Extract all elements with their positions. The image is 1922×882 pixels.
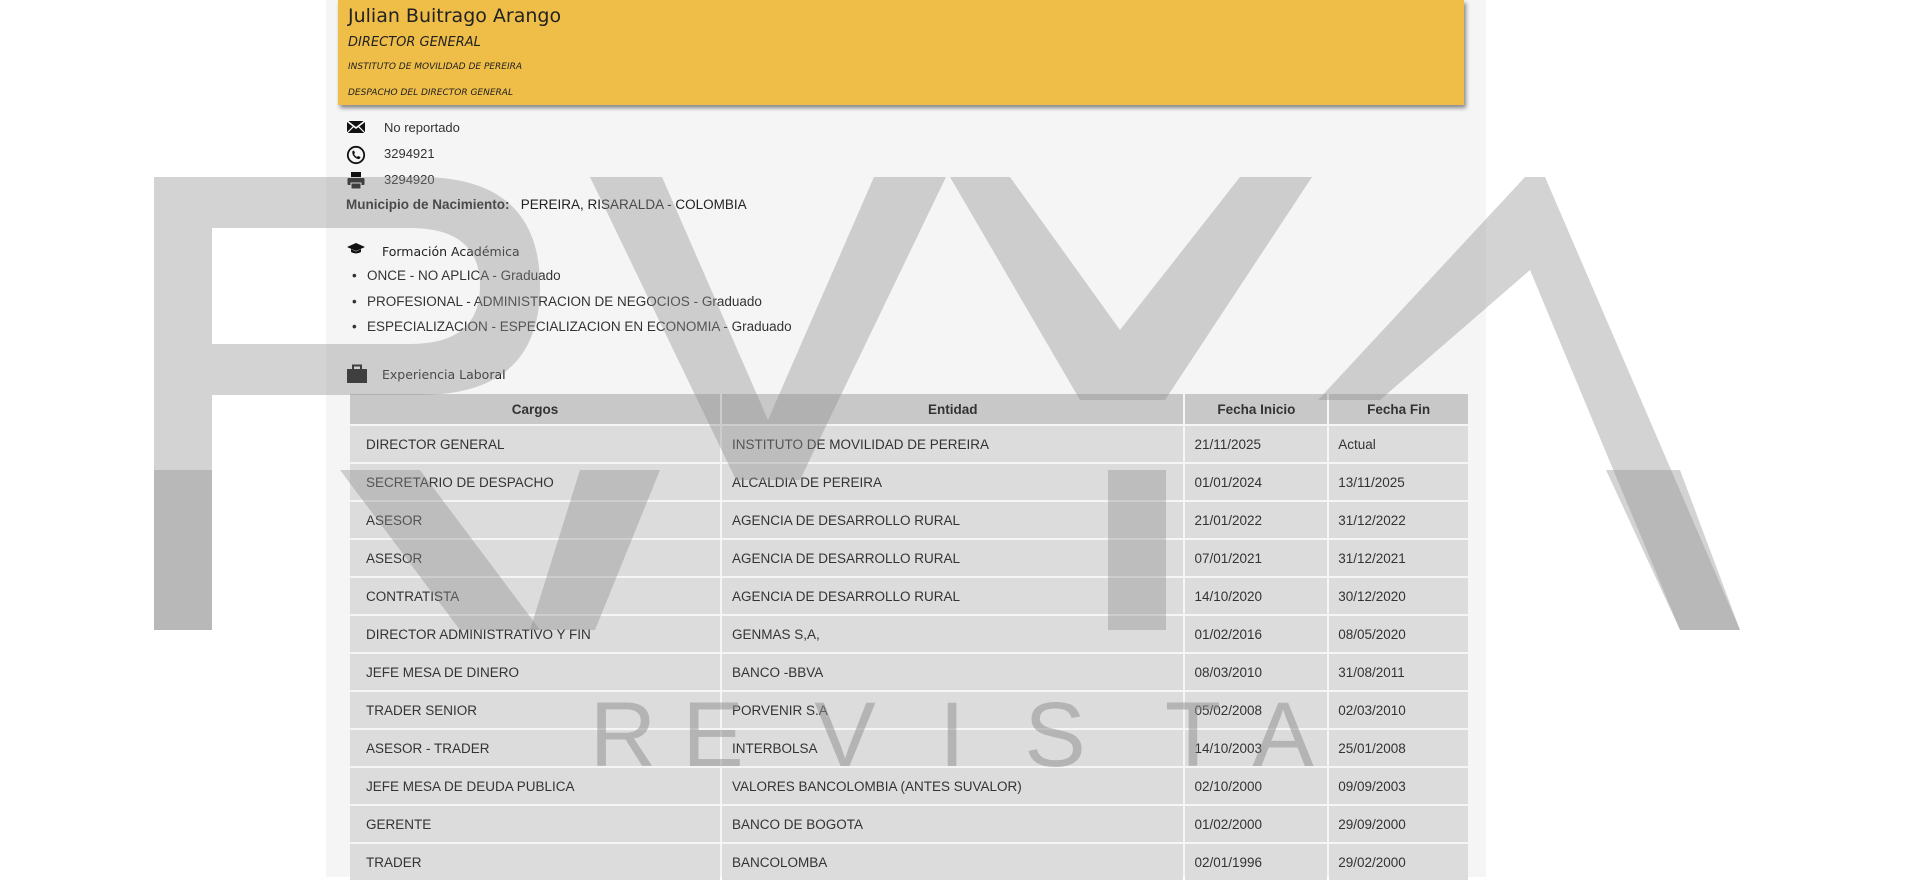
cell-cargo: TRADER SENIOR bbox=[350, 692, 720, 728]
education-item: PROFESIONAL - ADMINISTRACION DE NEGOCIOS… bbox=[352, 294, 792, 320]
table-row: TRADER BANCOLOMBA 02/01/1996 29/02/2000 bbox=[350, 844, 1468, 880]
cell-fecha-inicio: 02/01/1996 bbox=[1185, 844, 1328, 880]
cell-fecha-inicio: 05/02/2008 bbox=[1185, 692, 1328, 728]
cell-fecha-fin: 25/01/2008 bbox=[1329, 730, 1468, 766]
cell-fecha-inicio: 21/01/2022 bbox=[1185, 502, 1328, 538]
cell-fecha-fin: 09/09/2003 bbox=[1329, 768, 1468, 804]
cell-fecha-inicio: 08/03/2010 bbox=[1185, 654, 1328, 690]
cell-cargo: JEFE MESA DE DINERO bbox=[350, 654, 720, 690]
table-row: ASESOR AGENCIA DE DESARROLLO RURAL 07/01/2… bbox=[350, 540, 1468, 576]
cell-fecha-fin: 29/02/2000 bbox=[1329, 844, 1468, 880]
education-title: Formación Académica bbox=[382, 244, 520, 259]
birthplace-row: Municipio de Nacimiento: PEREIRA, RISARA… bbox=[346, 197, 747, 212]
cell-entidad: PORVENIR S.A bbox=[721, 692, 1184, 728]
cell-fecha-fin: 13/11/2025 bbox=[1329, 464, 1468, 500]
cell-fecha-inicio: 01/01/2024 bbox=[1185, 464, 1328, 500]
cell-cargo: JEFE MESA DE DEUDA PUBLICA bbox=[350, 768, 720, 804]
cell-fecha-inicio: 01/02/2016 bbox=[1185, 616, 1328, 652]
graduation-cap-icon bbox=[346, 241, 366, 260]
cell-entidad: GENMAS S,A, bbox=[721, 616, 1184, 652]
briefcase-icon bbox=[346, 364, 368, 387]
cell-entidad: BANCO DE BOGOTA bbox=[721, 806, 1184, 842]
cell-fecha-fin: 31/08/2011 bbox=[1329, 654, 1468, 690]
cell-cargo: GERENTE bbox=[350, 806, 720, 842]
cell-entidad: AGENCIA DE DESARROLLO RURAL bbox=[721, 540, 1184, 576]
education-item: ESPECIALIZACION - ESPECIALIZACION EN ECO… bbox=[352, 319, 792, 345]
contact-fax: 3294920 bbox=[384, 172, 435, 187]
cell-fecha-inicio: 21/11/2025 bbox=[1185, 426, 1328, 462]
contact-email: No reportado bbox=[384, 120, 460, 135]
cell-entidad: AGENCIA DE DESARROLLO RURAL bbox=[721, 502, 1184, 538]
profile-header: Julian Buitrago Arango DIRECTOR GENERAL … bbox=[338, 0, 1464, 105]
experience-title: Experiencia Laboral bbox=[382, 367, 506, 382]
education-list: ONCE - NO APLICA - Graduado PROFESIONAL … bbox=[352, 268, 792, 345]
cell-fecha-inicio: 01/02/2000 bbox=[1185, 806, 1328, 842]
experience-table: Cargos Entidad Fecha Inicio Fecha Fin DI… bbox=[348, 392, 1470, 882]
cell-cargo: TRADER bbox=[350, 844, 720, 880]
printer-icon bbox=[346, 171, 366, 190]
table-row: ASESOR AGENCIA DE DESARROLLO RURAL 21/01/2… bbox=[350, 502, 1468, 538]
cell-fecha-inicio: 02/10/2000 bbox=[1185, 768, 1328, 804]
contact-phone: 3294921 bbox=[384, 146, 435, 161]
cell-entidad: BANCO -BBVA bbox=[721, 654, 1184, 690]
cell-cargo: CONTRATISTA bbox=[350, 578, 720, 614]
table-row: DIRECTOR GENERAL INSTITUTO DE MOVILIDAD D… bbox=[350, 426, 1468, 462]
cell-fecha-fin: 02/03/2010 bbox=[1329, 692, 1468, 728]
cell-cargo: DIRECTOR ADMINISTRATIVO Y FIN bbox=[350, 616, 720, 652]
person-organization: INSTITUTO DE MOVILIDAD DE PEREIRA bbox=[348, 62, 523, 72]
table-row: JEFE MESA DE DINERO BANCO -BBVA 08/03/2010… bbox=[350, 654, 1468, 690]
cell-entidad: BANCOLOMBA bbox=[721, 844, 1184, 880]
envelope-icon bbox=[346, 119, 366, 137]
cell-fecha-inicio: 14/10/2003 bbox=[1185, 730, 1328, 766]
table-header-row: Cargos Entidad Fecha Inicio Fecha Fin bbox=[350, 394, 1468, 424]
table-row: GERENTE BANCO DE BOGOTA 01/02/2000 29/09/20… bbox=[350, 806, 1468, 842]
cell-fecha-fin: 31/12/2022 bbox=[1329, 502, 1468, 538]
person-department: DESPACHO DEL DIRECTOR GENERAL bbox=[348, 88, 513, 98]
person-role: DIRECTOR GENERAL bbox=[348, 35, 481, 50]
cell-entidad: AGENCIA DE DESARROLLO RURAL bbox=[721, 578, 1184, 614]
person-name: Julian Buitrago Arango bbox=[348, 5, 562, 27]
table-row: SECRETARIO DE DESPACHO ALCALDIA DE PEREIR… bbox=[350, 464, 1468, 500]
cell-cargo: ASESOR bbox=[350, 502, 720, 538]
cell-cargo: DIRECTOR GENERAL bbox=[350, 426, 720, 462]
cell-entidad: VALORES BANCOLOMBIA (ANTES SUVALOR) bbox=[721, 768, 1184, 804]
birthplace-label: Municipio de Nacimiento: bbox=[346, 197, 510, 212]
table-row: TRADER SENIOR PORVENIR S.A 05/02/2008 02/03… bbox=[350, 692, 1468, 728]
education-item: ONCE - NO APLICA - Graduado bbox=[352, 268, 792, 294]
cell-fecha-fin: Actual bbox=[1329, 426, 1468, 462]
table-row: DIRECTOR ADMINISTRATIVO Y FIN GENMAS S,A,… bbox=[350, 616, 1468, 652]
table-row: CONTRATISTA AGENCIA DE DESARROLLO RURAL 14… bbox=[350, 578, 1468, 614]
cell-fecha-inicio: 07/01/2021 bbox=[1185, 540, 1328, 576]
cell-fecha-fin: 08/05/2020 bbox=[1329, 616, 1468, 652]
cell-entidad: INSTITUTO DE MOVILIDAD DE PEREIRA bbox=[721, 426, 1184, 462]
birthplace-value: PEREIRA, RISARALDA - COLOMBIA bbox=[520, 197, 747, 212]
column-header-cargos: Cargos bbox=[350, 394, 720, 424]
table-row: JEFE MESA DE DEUDA PUBLICA VALORES BANCOL… bbox=[350, 768, 1468, 804]
cell-fecha-inicio: 14/10/2020 bbox=[1185, 578, 1328, 614]
cell-cargo: SECRETARIO DE DESPACHO bbox=[350, 464, 720, 500]
cell-entidad: INTERBOLSA bbox=[721, 730, 1184, 766]
column-header-entidad: Entidad bbox=[721, 394, 1184, 424]
cell-fecha-fin: 30/12/2020 bbox=[1329, 578, 1468, 614]
table-row: ASESOR - TRADER INTERBOLSA 14/10/2003 25/01… bbox=[350, 730, 1468, 766]
cell-cargo: ASESOR bbox=[350, 540, 720, 576]
phone-icon bbox=[346, 145, 366, 165]
cell-fecha-fin: 31/12/2021 bbox=[1329, 540, 1468, 576]
column-header-fecha-fin: Fecha Fin bbox=[1329, 394, 1468, 424]
column-header-fecha-inicio: Fecha Inicio bbox=[1185, 394, 1328, 424]
cell-cargo: ASESOR - TRADER bbox=[350, 730, 720, 766]
cell-entidad: ALCALDIA DE PEREIRA bbox=[721, 464, 1184, 500]
cell-fecha-fin: 29/09/2000 bbox=[1329, 806, 1468, 842]
